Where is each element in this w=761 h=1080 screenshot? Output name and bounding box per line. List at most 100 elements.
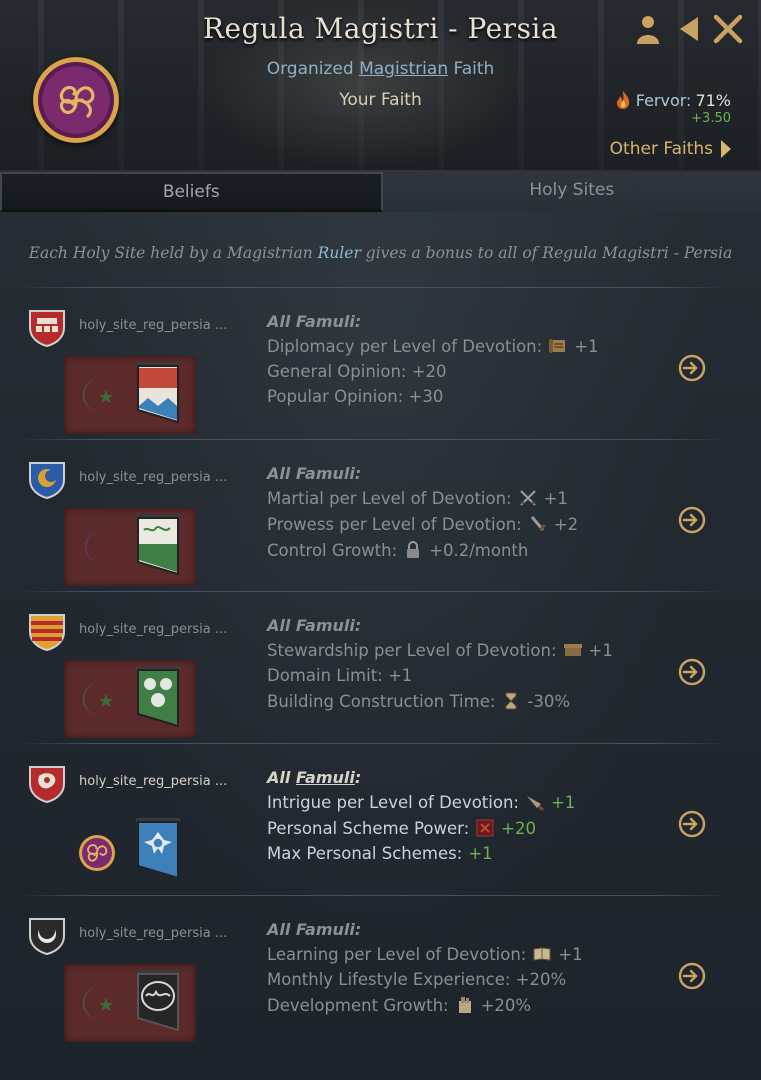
divider <box>18 287 730 288</box>
famuli-link[interactable]: Famuli <box>296 768 355 787</box>
crossed-swords-icon <box>519 490 536 506</box>
divider <box>18 743 730 744</box>
religion-link[interactable]: Magistrian <box>359 59 448 79</box>
holy-site-name[interactable]: holy_site_reg_persia ... <box>79 926 227 941</box>
effect-text: Domain Limit: +1 <box>267 666 413 685</box>
faith-emblem-small-icon[interactable] <box>78 834 116 872</box>
character-icon[interactable] <box>633 12 663 46</box>
holy-site-row: holy_site_reg_persia ... All Famuli: Lea… <box>18 898 730 1048</box>
banner-icon[interactable] <box>134 514 182 582</box>
effect-value: +1 <box>550 792 576 812</box>
effect-text: Control Growth: <box>267 540 398 560</box>
effect-line: Stewardship per Level of Devotion: +1 <box>267 640 613 660</box>
effects-heading: All Famuli: <box>267 616 362 635</box>
crescent-star-icon[interactable] <box>76 678 116 720</box>
holy-site-name[interactable]: holy_site_reg_persia ... <box>79 470 227 485</box>
effects-heading: All Famuli: <box>267 768 575 787</box>
banner-icon[interactable] <box>134 362 182 430</box>
banner-icon[interactable] <box>134 666 182 734</box>
effect-text: Monthly Lifestyle Experience: +20% <box>267 970 567 989</box>
holy-site-holders <box>64 660 196 738</box>
fervor-display: Fervor: 71% +3.50 <box>614 90 731 126</box>
tab-holy-sites[interactable]: Holy Sites <box>382 172 761 212</box>
close-icon[interactable] <box>713 12 743 46</box>
holy-site-row: holy_site_reg_persia ... All Famuli: Mar… <box>18 442 730 592</box>
flame-icon <box>616 91 629 109</box>
coat-of-arms-icon[interactable] <box>27 764 67 804</box>
effect-text: Learning per Level of Devotion: <box>267 944 527 964</box>
effect-value: +1 <box>468 844 493 863</box>
tab-beliefs[interactable]: Beliefs <box>0 172 383 212</box>
coat-of-arms-icon[interactable] <box>27 308 67 348</box>
goto-location-icon[interactable] <box>676 808 708 840</box>
effects-heading: All Famuli: <box>267 920 362 939</box>
effect-text: Intrigue per Level of Devotion: <box>267 792 519 812</box>
effect-line: Personal Scheme Power: +20 <box>267 818 575 838</box>
intro-prefix: Each Holy Site held by a Magistrian <box>28 244 318 262</box>
goto-location-icon[interactable] <box>676 504 708 536</box>
holy-site-name[interactable]: holy_site_reg_persia ... <box>79 318 227 333</box>
coat-of-arms-icon[interactable] <box>27 612 67 652</box>
holy-site-holders <box>64 356 196 434</box>
chevron-right-icon <box>721 140 731 158</box>
banner-icon[interactable] <box>134 970 182 1038</box>
hourglass-icon <box>505 692 517 710</box>
effect-value: -30% <box>527 691 571 711</box>
effect-line: Diplomacy per Level of Devotion: +1 <box>267 336 599 356</box>
effect-text: Building Construction Time: <box>267 691 496 711</box>
scheme-icon <box>476 819 494 837</box>
tab-bar: Beliefs Holy Sites <box>0 172 761 212</box>
goto-location-icon[interactable] <box>676 656 708 688</box>
crescent-star-icon[interactable] <box>76 982 116 1024</box>
coat-of-arms-icon[interactable] <box>27 460 67 500</box>
heading-suffix: : <box>354 768 362 787</box>
holy-site-effects: All Famuli: Diplomacy per Level of Devot… <box>267 312 599 412</box>
holy-site-effects: All Famuli: Intrigue per Level of Devoti… <box>267 768 575 869</box>
effect-value: +2 <box>553 514 579 534</box>
fervor-value: 71% <box>695 90 731 110</box>
holy-site-effects: All Famuli: Martial per Level of Devotio… <box>267 464 578 566</box>
effect-line: Domain Limit: +1 <box>267 666 613 685</box>
goto-location-icon[interactable] <box>676 352 708 384</box>
effect-text: Development Growth: <box>267 995 449 1015</box>
fervor-row: Fervor: 71% <box>614 90 731 110</box>
effect-line: Popular Opinion: +30 <box>267 387 599 406</box>
effect-line: Learning per Level of Devotion: +1 <box>267 944 583 964</box>
fervor-label: Fervor: <box>635 90 692 110</box>
banner-icon[interactable] <box>134 818 182 886</box>
holy-site-name[interactable]: holy_site_reg_persia ... <box>79 774 227 789</box>
holy-site-name[interactable]: holy_site_reg_persia ... <box>79 622 227 637</box>
effect-value: +1 <box>588 640 613 660</box>
holy-site-row: holy_site_reg_persia ... All Famuli: Dip… <box>18 290 730 440</box>
development-icon <box>458 997 471 1013</box>
book-icon <box>533 947 551 961</box>
crescent-icon[interactable] <box>76 526 116 568</box>
ruler-link[interactable]: Ruler <box>318 244 361 262</box>
effect-value: +1 <box>558 944 583 964</box>
effect-line: Development Growth: +20% <box>267 995 583 1015</box>
goto-location-icon[interactable] <box>676 960 708 992</box>
effect-text: Prowess per Level of Devotion: <box>267 514 522 534</box>
holy-site-row: holy_site_reg_persia ... All Famuli: Ste… <box>18 594 730 744</box>
divider <box>18 895 730 896</box>
effect-line: Monthly Lifestyle Experience: +20% <box>267 970 583 989</box>
other-faiths-button[interactable]: Other Faiths <box>610 138 733 160</box>
effect-text: Stewardship per Level of Devotion: <box>267 640 557 660</box>
back-arrow-icon[interactable] <box>673 12 703 46</box>
other-faiths-label: Other Faiths <box>609 139 713 159</box>
crescent-star-icon[interactable] <box>76 374 116 416</box>
effect-value: +20 <box>501 818 536 838</box>
divider <box>18 591 730 592</box>
holy-site-row: holy_site_reg_persia ... All Famuli: Int… <box>18 746 730 896</box>
treasury-icon <box>563 644 582 656</box>
effect-line: Martial per Level of Devotion: +1 <box>267 488 578 508</box>
holy-site-effects: All Famuli: Learning per Level of Devoti… <box>267 920 583 1021</box>
effect-line: Intrigue per Level of Devotion: +1 <box>267 792 575 812</box>
intro-suffix: gives a bonus to all of Regula Magistri … <box>360 244 733 262</box>
faith-subtitle: Organized Magistrian Faith <box>0 59 761 79</box>
holy-site-holders <box>64 508 196 586</box>
effect-text: Popular Opinion: +30 <box>267 387 444 406</box>
coat-of-arms-icon[interactable] <box>27 916 67 956</box>
effect-text: Diplomacy per Level of Devotion: <box>267 336 543 356</box>
window-controls <box>633 12 743 46</box>
